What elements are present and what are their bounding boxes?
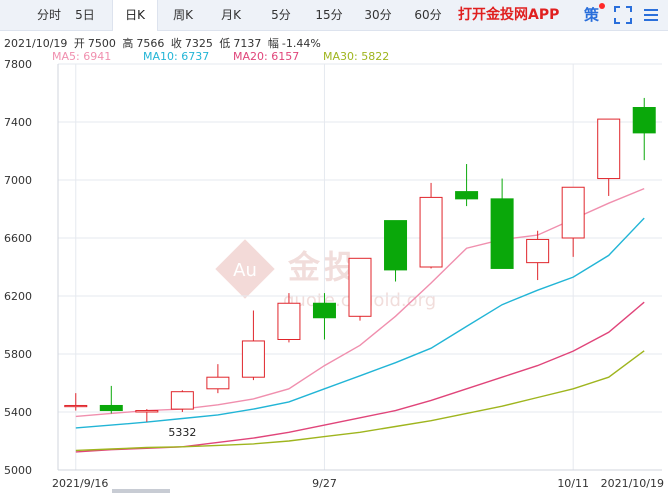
label-layer: 53327566 <box>168 426 196 439</box>
y-tick-label: 5800 <box>4 348 32 361</box>
candle <box>384 220 408 282</box>
candle-body-up <box>64 404 88 408</box>
candle <box>241 310 265 381</box>
x-tick-label: 10/11 <box>557 477 589 490</box>
candle <box>312 293 336 340</box>
candle-body-up <box>135 410 159 413</box>
candle <box>99 385 123 414</box>
candle-body-down <box>455 191 479 200</box>
candle <box>455 164 479 207</box>
candle <box>135 409 159 422</box>
ma20-line <box>75 301 645 453</box>
candle-body-up <box>561 186 585 239</box>
candle <box>64 393 88 411</box>
candle-body-up <box>277 302 301 340</box>
y-tick-label: 7800 <box>4 58 32 71</box>
y-tick-label: 7000 <box>4 174 32 187</box>
chart-scrollbar[interactable] <box>112 489 170 493</box>
candle-body-up <box>526 238 550 264</box>
candle-body-up <box>170 391 194 410</box>
y-tick-label: 5400 <box>4 406 32 419</box>
candle <box>632 97 656 161</box>
annotation-label: 5332 <box>168 426 196 439</box>
ma10-line <box>75 217 645 429</box>
ma30-line <box>75 350 645 452</box>
candle-body-down <box>312 302 336 319</box>
candle-body-down <box>384 220 408 271</box>
candle <box>597 118 621 196</box>
y-tick-label: 5000 <box>4 464 32 477</box>
candle-body-up <box>419 196 443 268</box>
candle-body-up <box>206 376 230 390</box>
candle-body-up <box>348 257 372 317</box>
candle-body-up <box>597 118 621 180</box>
y-tick-label: 6600 <box>4 232 32 245</box>
candle-body-down <box>99 404 123 412</box>
kline-chart-widget: 分时 5日 日K 周K 月K 5分 15分 30分 60分 打开金投网APP 策… <box>0 0 668 493</box>
candle <box>419 182 443 269</box>
candle-body-down <box>490 198 514 269</box>
candle-body-up <box>241 340 265 378</box>
candle <box>277 293 301 343</box>
candle <box>206 364 230 394</box>
candle <box>561 186 585 257</box>
candle-body-down <box>632 107 656 134</box>
candle <box>170 390 194 412</box>
x-tick-label: 2021/9/16 <box>52 477 108 490</box>
y-tick-label: 6200 <box>4 290 32 303</box>
candle <box>348 257 372 321</box>
candle <box>490 178 514 269</box>
y-tick-label: 7400 <box>4 116 32 129</box>
x-tick-label: 9/27 <box>312 477 337 490</box>
x-tick-label: 2021/10/19 <box>601 477 664 490</box>
candle-layer <box>64 97 656 422</box>
candlestick-chart[interactable]: 5000 5400 5800 6200 6600 7000 7400 7800 2021/9/1… <box>0 0 668 493</box>
